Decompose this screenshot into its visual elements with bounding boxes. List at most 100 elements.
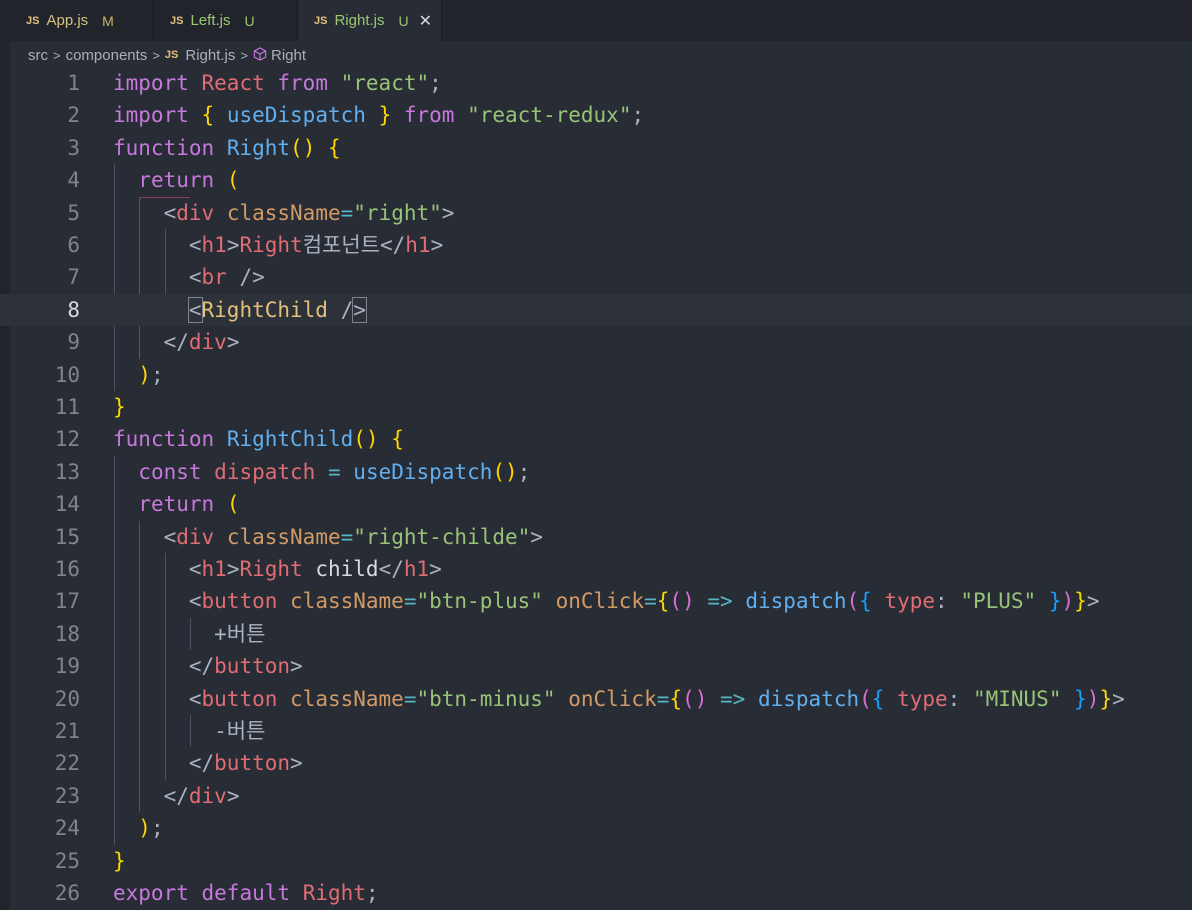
code-line[interactable]: 17 <button className="btn-plus" onClick=… — [0, 585, 1192, 617]
code-text: <br /> — [188, 265, 265, 290]
code-line[interactable]: 9 </div> — [0, 326, 1192, 358]
line-number: 24 — [54, 816, 80, 841]
code-text: ); — [138, 816, 164, 841]
code-text: import React from "react"; — [113, 71, 442, 95]
git-status-badge: U — [398, 12, 409, 29]
code-text: <button className="btn-minus" onClick={(… — [188, 686, 1125, 711]
js-file-icon: JS — [164, 49, 179, 61]
code-text: function RightChild() { — [113, 427, 404, 452]
code-text: export default Right; — [113, 881, 379, 905]
code-line[interactable]: 3 function Right() { — [0, 132, 1192, 164]
js-file-icon: JS — [314, 14, 328, 27]
tab-label: App.js — [46, 12, 89, 29]
line-number: 5 — [67, 200, 80, 225]
breadcrumb-item-symbol[interactable]: Right — [271, 47, 306, 64]
line-number: 23 — [54, 783, 80, 808]
tab-label: Right.js — [334, 12, 385, 29]
line-number: 4 — [67, 168, 80, 193]
tab-app-js[interactable]: JS App.js M — [10, 0, 154, 41]
code-text: </div> — [163, 330, 240, 355]
code-line[interactable]: 12 function RightChild() { — [0, 423, 1192, 455]
code-line[interactable]: 26 export default Right; — [0, 877, 1192, 909]
code-text: const dispatch = useDispatch(); — [138, 459, 531, 484]
line-number: 15 — [54, 524, 80, 549]
code-line[interactable]: 10 ); — [0, 359, 1192, 391]
code-line[interactable]: 16 <h1>Right child</h1> — [0, 553, 1192, 585]
line-number: 9 — [67, 330, 80, 355]
code-line[interactable]: 11} — [0, 391, 1192, 423]
code-line[interactable]: 25} — [0, 845, 1192, 877]
line-number: 2 — [67, 103, 80, 128]
line-number: 3 — [67, 135, 80, 160]
code-line[interactable]: 4 return ( — [0, 164, 1192, 196]
tab-label: Left.js — [190, 12, 231, 29]
chevron-right-icon: > — [240, 47, 248, 63]
chevron-right-icon: > — [53, 47, 61, 63]
code-line[interactable]: 22 </button> — [0, 747, 1192, 779]
line-number: 13 — [54, 459, 80, 484]
code-line[interactable]: 21 -버튼 — [0, 715, 1192, 747]
line-number: 11 — [54, 395, 80, 419]
code-line[interactable]: 14 return ( — [0, 488, 1192, 520]
code-text: <RightChild /> — [187, 296, 367, 323]
code-text: +버튼 — [113, 621, 266, 646]
line-number: 20 — [54, 686, 80, 711]
code-line[interactable]: 23 </div> — [0, 780, 1192, 812]
code-text: -버튼 — [113, 719, 266, 743]
code-line[interactable]: 2 import { useDispatch } from "react-redu… — [0, 99, 1192, 131]
code-text: <h1>Right컴포넌트</h1> — [188, 233, 444, 257]
chevron-right-icon: > — [152, 47, 160, 63]
line-number: 16 — [54, 557, 80, 581]
git-status-badge: M — [102, 12, 114, 29]
tab-bar: JS App.js M JS Left.js U JS Right.js U ✕ — [10, 0, 1192, 41]
breadcrumb: src > components > JS Right.js > Right — [28, 44, 306, 66]
code-text: </button> — [188, 751, 303, 776]
code-line[interactable]: 7 <br /> — [0, 261, 1192, 293]
symbol-class-icon — [253, 46, 267, 64]
code-editor[interactable]: 1 import React from "react"; 2 import { use… — [0, 66, 1192, 910]
line-number: 17 — [54, 589, 80, 614]
breadcrumb-item-components[interactable]: components — [66, 47, 148, 64]
code-line[interactable]: 5 <div className="right"> — [0, 197, 1192, 229]
code-line[interactable]: 18 +버튼 — [0, 618, 1192, 650]
code-line[interactable]: 19 </button> — [0, 650, 1192, 682]
breadcrumb-item-file[interactable]: Right.js — [185, 47, 235, 64]
line-number: 26 — [54, 881, 80, 905]
tab-right-js[interactable]: JS Right.js U ✕ — [298, 0, 442, 41]
line-number: 22 — [54, 751, 80, 776]
line-number: 1 — [67, 71, 80, 95]
close-icon[interactable]: ✕ — [419, 11, 432, 31]
code-text: return ( — [138, 492, 240, 517]
line-number: 7 — [67, 265, 80, 290]
code-text: </div> — [163, 783, 240, 808]
line-number: 14 — [54, 492, 80, 517]
code-text: return ( — [138, 168, 240, 193]
code-text: <div className="right-childe"> — [163, 524, 543, 549]
js-file-icon: JS — [26, 14, 40, 27]
code-line[interactable]: 20 <button className="btn-minus" onClick… — [0, 683, 1192, 715]
code-text: </button> — [188, 654, 303, 679]
code-text: } — [113, 848, 126, 873]
code-line[interactable]: 13 const dispatch = useDispatch(); — [0, 456, 1192, 488]
js-file-icon: JS — [170, 14, 184, 27]
code-line[interactable]: 6 <h1>Right컴포넌트</h1> — [0, 229, 1192, 261]
code-text: <h1>Right child</h1> — [188, 557, 442, 581]
code-text: ); — [138, 362, 164, 387]
line-number: 25 — [54, 848, 80, 873]
code-line[interactable]: 8 <RightChild /> — [0, 293, 1192, 327]
tab-left-js[interactable]: JS Left.js U — [154, 0, 298, 41]
line-number: 12 — [54, 427, 80, 452]
line-number: 6 — [67, 233, 80, 257]
code-text: } — [113, 395, 126, 419]
line-number: 21 — [54, 719, 80, 743]
breadcrumb-item-src[interactable]: src — [28, 47, 48, 64]
line-number: 18 — [54, 621, 80, 646]
code-line[interactable]: 15 <div className="right-childe"> — [0, 521, 1192, 553]
line-number: 8 — [67, 297, 80, 322]
code-text: import { useDispatch } from "react-redux… — [113, 103, 645, 128]
git-status-badge: U — [244, 12, 255, 29]
line-number: 10 — [54, 362, 80, 387]
code-line[interactable]: 1 import React from "react"; — [0, 67, 1192, 99]
code-line[interactable]: 24 ); — [0, 812, 1192, 844]
line-number: 19 — [54, 654, 80, 679]
